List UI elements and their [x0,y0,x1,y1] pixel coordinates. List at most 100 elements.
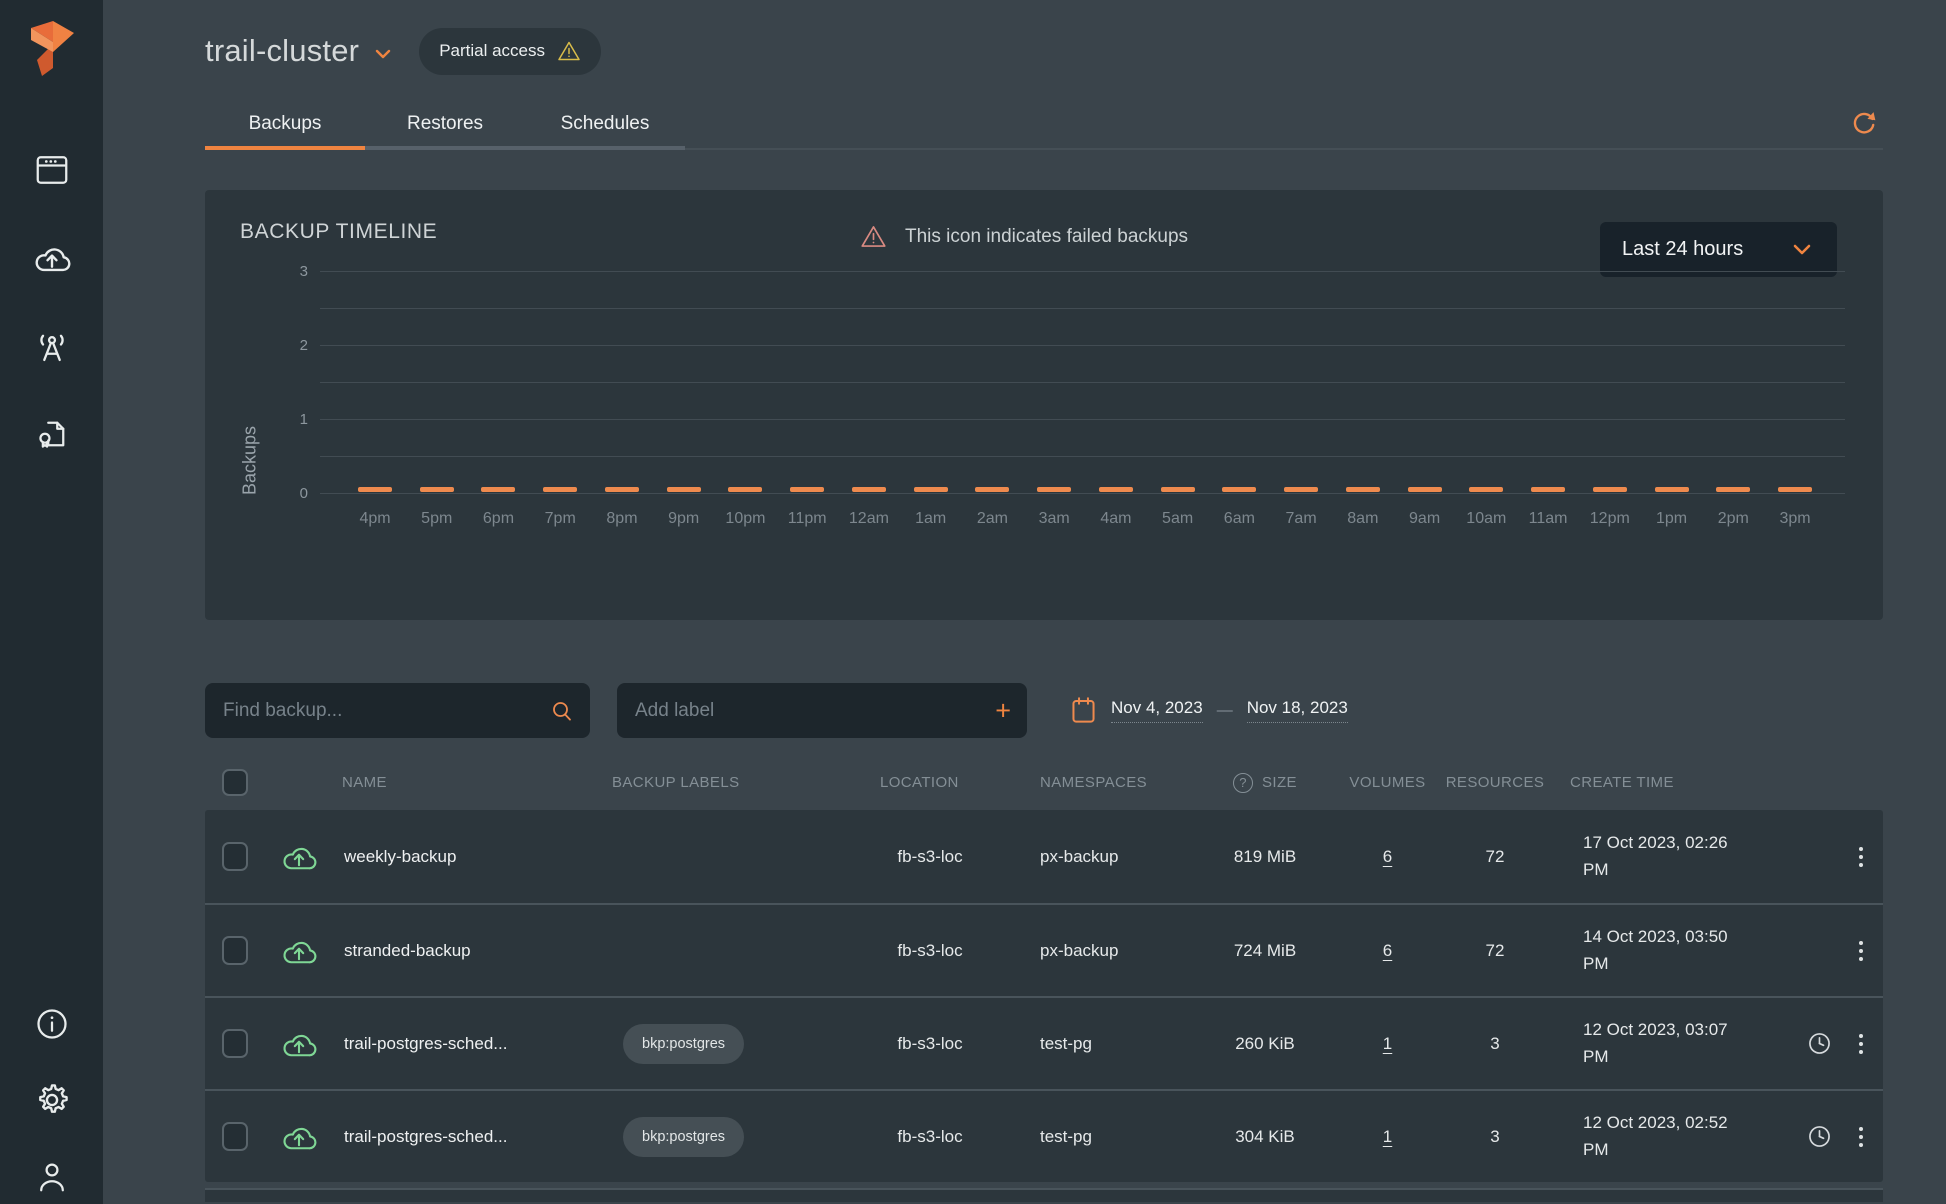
backup-size: 819 MiB [1195,847,1335,867]
bar-dash [420,487,454,492]
row-checkbox[interactable] [222,842,248,871]
backup-resources: 72 [1440,847,1550,867]
bar-dash [1161,487,1195,492]
backup-resources: 3 [1440,1034,1550,1054]
backup-label-pill: bkp:postgres [623,1117,744,1157]
sidebar-item-clusters[interactable] [32,150,72,190]
sidebar-item-rules[interactable] [32,414,72,454]
backup-create-time: 14 Oct 2023, 03:50 PM [1550,924,1735,977]
y-axis-tick: 2 [268,337,308,354]
backup-location: fb-s3-loc [855,1127,1005,1147]
backup-create-time: 12 Oct 2023, 03:07 PM [1550,1017,1735,1070]
add-label-input[interactable] [617,683,1027,738]
backup-location: fb-s3-loc [855,1034,1005,1054]
backup-resources: 3 [1440,1127,1550,1147]
backup-name[interactable]: trail-postgres-sched... [330,1127,595,1147]
date-range-separator: — [1217,702,1233,720]
bar-dash [1346,487,1380,492]
bar-dash [1531,487,1565,492]
row-checkbox[interactable] [222,1122,248,1151]
bar-dash [481,487,515,492]
gridline [320,382,1845,383]
time-range-value: Last 24 hours [1622,238,1743,261]
portworx-logo-icon [27,20,77,78]
bar-dash [1284,487,1318,492]
document-badge-icon [34,416,70,452]
gridline [320,419,1845,420]
backup-size: 304 KiB [1195,1127,1335,1147]
cloud-upload-icon [33,242,71,274]
backup-volumes-link[interactable]: 6 [1383,941,1392,960]
row-checkbox[interactable] [222,936,248,965]
tab-restores[interactable]: Restores [365,98,525,150]
backup-location: fb-s3-loc [855,847,1005,867]
row-checkbox[interactable] [222,1029,248,1058]
backup-name[interactable]: weekly-backup [330,847,595,867]
backup-volumes-link[interactable]: 1 [1383,1034,1392,1053]
page-title: trail-cluster [205,33,359,69]
col-location: LOCATION [855,774,1005,791]
backup-namespace: test-pg [1005,1127,1195,1147]
y-axis-label: Backups [240,411,261,511]
col-backup-labels: BACKUP LABELS [595,774,855,791]
backup-volumes-link[interactable]: 1 [1383,1127,1392,1146]
backup-create-time: 17 Oct 2023, 02:26 PM [1550,830,1735,883]
tab-schedules[interactable]: Schedules [525,98,685,150]
bar-dash [1099,487,1133,492]
backup-size: 260 KiB [1195,1034,1335,1054]
sidebar-item-activity[interactable] [32,326,72,366]
cluster-switch-chevron-icon[interactable] [373,47,393,61]
size-help-icon[interactable]: ? [1233,773,1253,793]
user-icon [34,1158,70,1194]
sidebar-item-backups[interactable] [32,238,72,278]
status-badge: Partial access [419,28,601,75]
row-menu-kebab-icon[interactable] [1855,937,1867,965]
select-all-checkbox[interactable] [222,769,248,796]
backup-timeline-chart: Backups 01234pm5pm6pm7pm8pm9pm10pm11pm12… [320,272,1845,494]
y-axis-tick: 3 [268,263,308,280]
time-range-dropdown[interactable]: Last 24 hours [1600,222,1837,277]
info-icon [34,1006,70,1042]
bar-dash [1408,487,1442,492]
bar-dash [1037,487,1071,492]
failed-backups-note: This icon indicates failed backups [905,226,1188,248]
search-input[interactable] [205,683,590,738]
table-row: trail-postgres-sched... bkp:postgres fb-… [205,996,1883,1089]
card-title: BACKUP TIMELINE [240,220,437,244]
calendar-icon[interactable] [1070,696,1097,725]
sidebar-item-settings[interactable] [32,1080,72,1120]
gridline [320,456,1845,457]
scheduled-clock-icon [1806,1123,1833,1150]
bar-dash [790,487,824,492]
warning-triangle-icon [557,40,581,62]
row-menu-kebab-icon[interactable] [1855,1123,1867,1151]
table-row: weekly-backup fb-s3-loc px-backup 819 Mi… [205,810,1883,903]
backup-name[interactable]: trail-postgres-sched... [330,1034,595,1054]
backup-resources: 72 [1440,941,1550,961]
date-to[interactable]: Nov 18, 2023 [1247,698,1348,723]
table-row: stranded-backup fb-s3-loc px-backup 724 … [205,903,1883,996]
refresh-icon[interactable] [1849,108,1879,138]
bar-dash [358,487,392,492]
plus-icon[interactable]: + [995,697,1011,724]
backup-size: 724 MiB [1195,941,1335,961]
bar-dash [914,487,948,492]
row-menu-kebab-icon[interactable] [1855,1030,1867,1058]
backup-success-cloud-icon [281,1029,317,1059]
bar-dash [605,487,639,492]
timeline-plot: Backups 01234pm5pm6pm7pm8pm9pm10pm11pm12… [320,272,1845,494]
sidebar-item-info[interactable] [32,1004,72,1044]
sidebar-item-profile[interactable] [32,1156,72,1196]
backup-name[interactable]: stranded-backup [330,941,595,961]
date-from[interactable]: Nov 4, 2023 [1111,698,1203,723]
table-row: trail-postgres-sched... bkp:postgres fb-… [205,1089,1883,1182]
gridline [320,271,1845,272]
backup-volumes-link[interactable]: 6 [1383,847,1392,866]
bar-dash [667,487,701,492]
tab-backups[interactable]: Backups [205,98,365,150]
bar-dash [728,487,762,492]
y-axis-tick: 0 [268,485,308,502]
failed-warning-triangle-icon [860,224,887,249]
row-menu-kebab-icon[interactable] [1855,843,1867,871]
bar-dash [1716,487,1750,492]
